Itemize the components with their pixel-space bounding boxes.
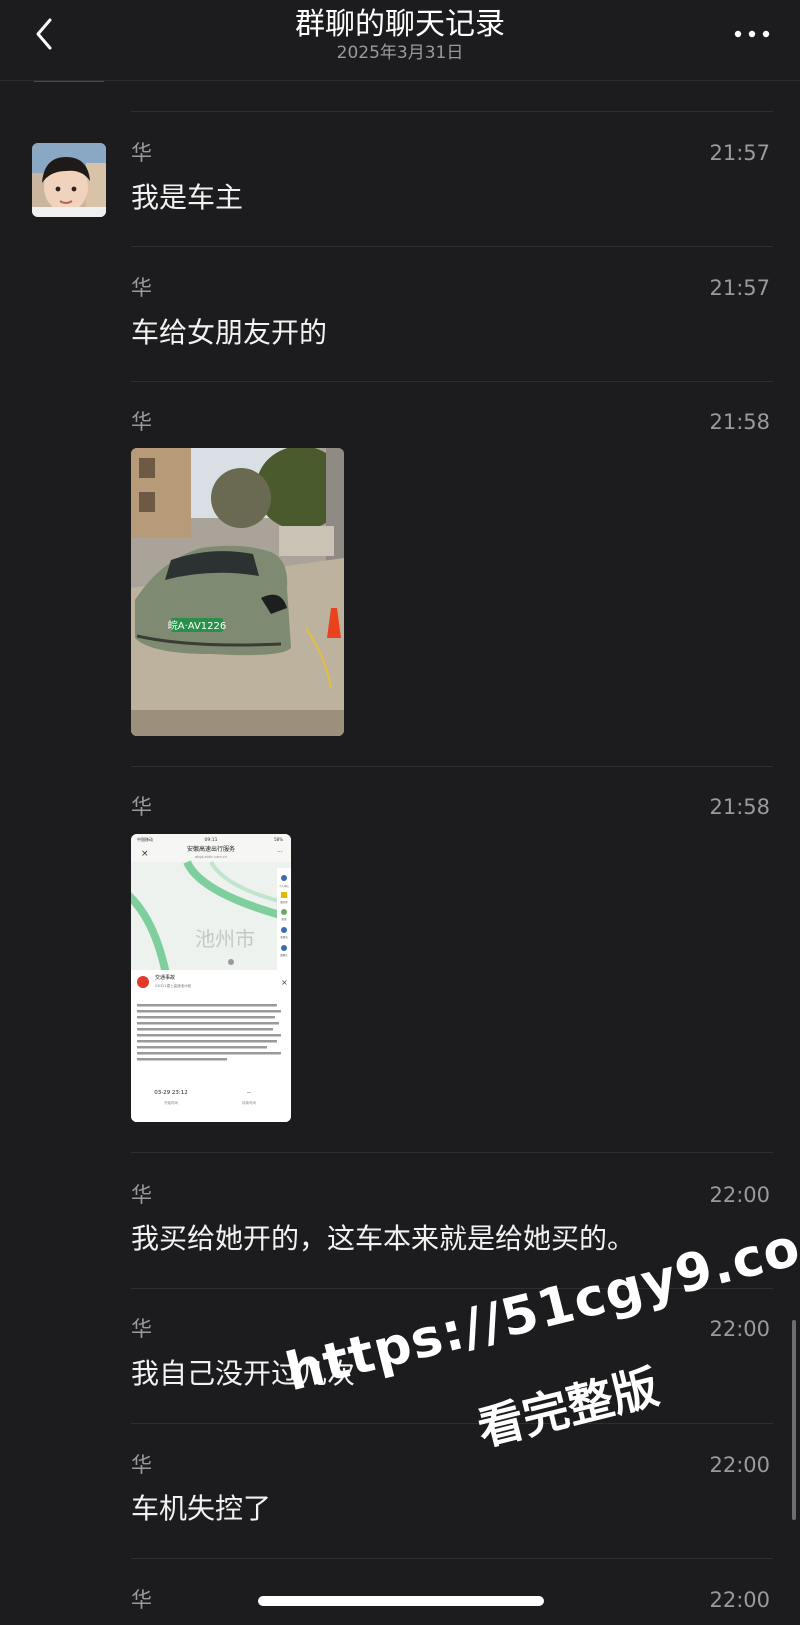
svg-text:G0321德上高速池州段: G0321德上高速池州段 — [155, 983, 192, 988]
chat-history-page: 群聊的聊天记录 2025年3月31日 华 21:57 我是车主 华 21:57 … — [0, 0, 800, 1625]
nav-header: 群聊的聊天记录 2025年3月31日 — [0, 0, 800, 81]
message-divider — [131, 381, 773, 382]
car-photo[interactable]: 皖A·AV1226 — [131, 448, 344, 736]
sender-name: 华 — [131, 141, 152, 165]
svg-text:09:11: 09:11 — [205, 837, 218, 843]
page-subtitle-date: 2025年3月31日 — [336, 43, 464, 63]
child-avatar-photo — [32, 143, 106, 217]
avatar[interactable] — [32, 143, 106, 217]
message-divider — [131, 1152, 773, 1153]
message-time: 22:00 — [709, 1183, 770, 1207]
message-divider — [131, 111, 773, 112]
message-divider — [131, 766, 773, 767]
sender-name: 华 — [131, 1317, 152, 1341]
message-text[interactable]: 我买给她开的，这车本来就是给她买的。 — [131, 1221, 635, 1257]
message-text[interactable]: 我是车主 — [131, 180, 243, 216]
watermark-overlay: https://51cgy9.com 看完整版 — [280, 1204, 800, 1475]
message-time: 22:00 — [709, 1588, 770, 1612]
message-time: 21:58 — [709, 410, 770, 434]
more-button[interactable] — [730, 24, 774, 44]
message-time: 22:00 — [709, 1317, 770, 1341]
message-text[interactable]: 我自己没开过几次 — [131, 1356, 355, 1392]
sender-name: 华 — [131, 410, 152, 434]
svg-text:中国移动: 中国移动 — [137, 836, 153, 842]
svg-text:--: -- — [247, 1090, 251, 1096]
sender-name: 华 — [131, 1453, 152, 1477]
message-divider — [131, 1558, 773, 1559]
svg-text:×: × — [281, 978, 288, 987]
message-text[interactable]: 车机失控了 — [131, 1491, 271, 1527]
svg-text:×: × — [141, 849, 149, 859]
more-dots-icon — [734, 30, 770, 38]
watermark-caption: 看完整版 — [472, 1359, 664, 1457]
page-title: 群聊的聊天记录 — [295, 7, 505, 42]
svg-text:收费站: 收费站 — [280, 935, 288, 939]
svg-text:ahgs.ahtic.com.cn: ahgs.ahtic.com.cn — [195, 855, 227, 859]
license-plate-text: 皖A·AV1226 — [168, 619, 227, 632]
sender-name: 华 — [131, 1183, 152, 1207]
svg-text:03-29 23:12: 03-29 23:12 — [154, 1090, 188, 1096]
sender-name: 华 — [131, 795, 152, 819]
svg-text:池州市: 池州市 — [195, 927, 255, 951]
message-time: 21:58 — [709, 795, 770, 819]
svg-text:58%: 58% — [274, 837, 283, 842]
home-indicator[interactable] — [258, 1596, 544, 1606]
message-time: 21:57 — [709, 141, 770, 165]
scrollbar[interactable] — [792, 1320, 796, 1520]
sender-name: 华 — [131, 276, 152, 300]
sender-name: 华 — [131, 1588, 152, 1612]
svg-text:摄像头: 摄像头 — [280, 953, 288, 957]
app-screenshot-image: 中国移动 09:11 58% × 安徽高速出行服务 ahgs.ahtic.com… — [131, 834, 291, 1122]
svg-text:开始时间: 开始时间 — [164, 1100, 178, 1105]
svg-text:安徽高速出行服务: 安徽高速出行服务 — [187, 845, 235, 853]
svg-text:持续时间: 持续时间 — [242, 1100, 256, 1105]
message-time: 22:00 — [709, 1453, 770, 1477]
svg-text:个人中心: 个人中心 — [279, 884, 290, 888]
message-divider — [131, 1423, 773, 1424]
svg-text:服务区: 服务区 — [280, 900, 288, 904]
svg-text:交通事故: 交通事故 — [155, 974, 175, 981]
message-divider — [131, 246, 773, 247]
svg-text:路况: 路况 — [281, 917, 287, 921]
app-screenshot[interactable]: 中国移动 09:11 58% × 安徽高速出行服务 ahgs.ahtic.com… — [131, 834, 291, 1122]
message-divider — [131, 1288, 773, 1289]
car-photo-image: 皖A·AV1226 — [131, 448, 344, 736]
svg-text:···: ··· — [277, 849, 283, 856]
message-time: 21:57 — [709, 276, 770, 300]
message-text[interactable]: 车给女朋友开的 — [131, 315, 327, 351]
